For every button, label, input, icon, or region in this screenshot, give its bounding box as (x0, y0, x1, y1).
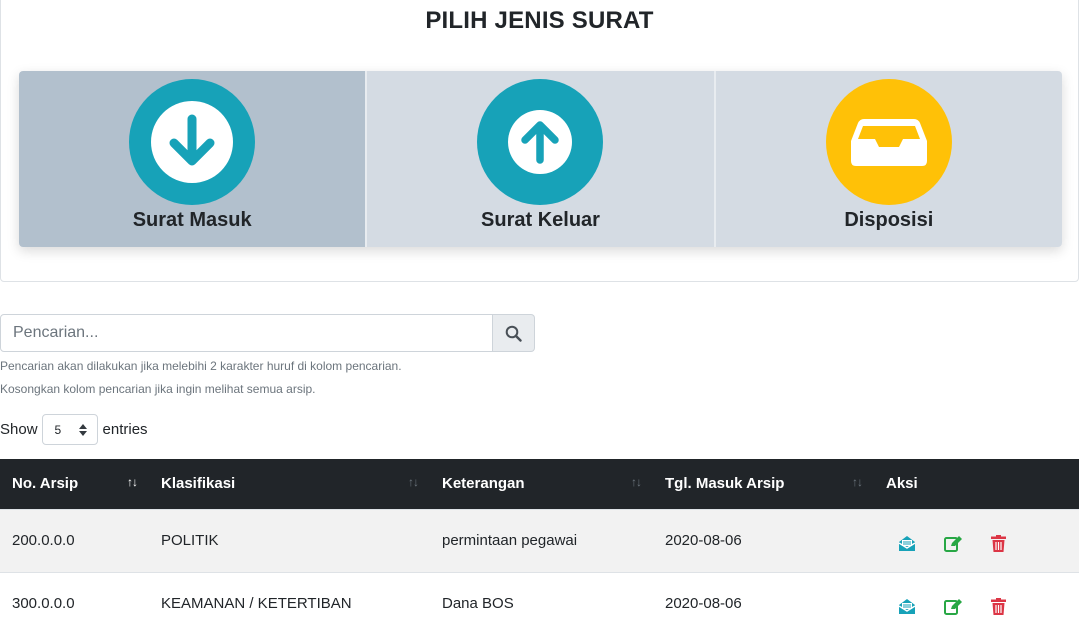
cell-aksi (874, 572, 1079, 635)
col-tgl-masuk[interactable]: Tgl. Masuk Arsip ↑↓ (653, 459, 874, 509)
col-klasifikasi[interactable]: Klasifikasi ↑↓ (149, 459, 430, 509)
search-icon (505, 325, 522, 342)
cell-tgl-masuk: 2020-08-06 (665, 595, 742, 613)
cell-aksi (874, 509, 1079, 572)
sort-icon: ↑↓ (852, 475, 863, 489)
entries-label: entries (102, 421, 148, 438)
col-aksi: Aksi (886, 475, 918, 493)
sort-icon: ↑↓ (127, 475, 138, 489)
cell-tgl-masuk: 2020-08-06 (665, 532, 742, 549)
show-label: Show (0, 421, 38, 438)
entries-control: Show 5 entries (0, 414, 148, 445)
edit-icon[interactable] (944, 535, 963, 552)
search-hint-2: Kosongkan kolom pencarian jika ingin mel… (0, 382, 316, 396)
cell-no-arsip: 200.0.0.0 (12, 532, 75, 549)
jenis-surat-cards: Surat Masuk Surat Keluar Disposisi (19, 71, 1062, 247)
inbox-tray-icon (825, 79, 952, 205)
surat-masuk-label: Surat Masuk (132, 209, 252, 231)
trash-icon[interactable] (991, 598, 1006, 616)
disposisi-label: Disposisi (844, 209, 934, 231)
surat-keluar-card[interactable]: Surat Keluar (367, 71, 716, 247)
surat-masuk-card[interactable]: Surat Masuk (19, 71, 368, 247)
entries-value: 5 (54, 422, 62, 437)
cell-klasifikasi: KEAMANAN / KETERTIBAN (161, 595, 352, 613)
sort-updown-icon (78, 423, 87, 436)
search-input[interactable] (0, 314, 493, 352)
arsip-table: No. Arsip ↑↓ Klasifikasi ↑↓ Keterangan ↑↓ T… (0, 459, 1079, 635)
jenis-surat-panel: PILIH JENIS SURAT Surat Masuk Surat Kelu… (0, 0, 1079, 282)
col-no-arsip[interactable]: No. Arsip ↑↓ (0, 459, 149, 509)
surat-keluar-label: Surat Keluar (481, 209, 600, 231)
entries-select[interactable]: 5 (41, 414, 98, 445)
open-envelope-icon[interactable] (898, 535, 916, 552)
arrow-up-circle-icon (477, 79, 604, 205)
sort-icon: ↑↓ (408, 475, 419, 489)
search-hint-1: Pencarian akan dilakukan jika melebihi 2… (0, 359, 402, 373)
sort-icon: ↑↓ (631, 475, 642, 489)
edit-icon[interactable] (944, 598, 963, 616)
cell-keterangan: permintaan pegawai (442, 532, 578, 549)
trash-icon[interactable] (991, 535, 1006, 552)
search-button[interactable] (493, 314, 535, 352)
col-keterangan[interactable]: Keterangan ↑↓ (430, 459, 653, 509)
table-row: 200.0.0.0 POLITIK permintaan pegawai 202… (0, 509, 1079, 572)
table-row: 300.0.0.0 KEAMANAN / KETERTIBAN Dana BOS… (0, 572, 1079, 635)
table-header-row: No. Arsip ↑↓ Klasifikasi ↑↓ Keterangan ↑↓ T… (0, 459, 1079, 509)
cell-keterangan: Dana BOS (442, 595, 514, 613)
cell-no-arsip: 300.0.0.0 (12, 595, 75, 613)
search-group (0, 314, 535, 352)
disposisi-card[interactable]: Disposisi (715, 71, 1062, 247)
page-title: PILIH JENIS SURAT (425, 7, 654, 34)
open-envelope-icon[interactable] (898, 598, 916, 615)
cell-klasifikasi: POLITIK (161, 532, 219, 549)
arrow-down-circle-icon (129, 79, 256, 205)
